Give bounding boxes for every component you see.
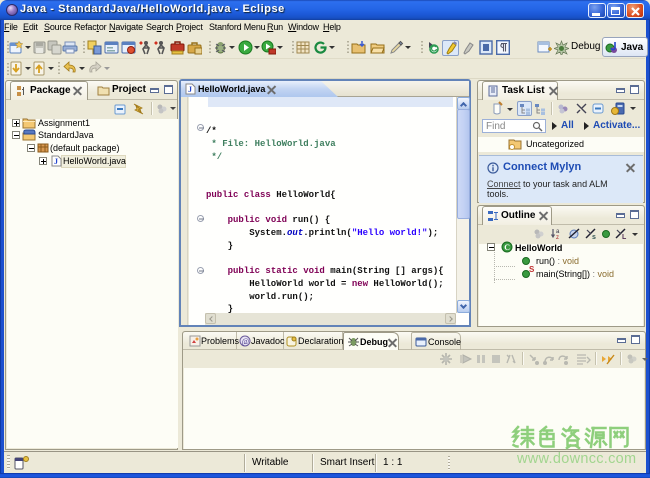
svg-text:J: J [54,157,58,166]
svg-text:J: J [188,85,192,94]
svg-text:C: C [504,243,510,252]
svg-text:@: @ [242,337,249,346]
svg-text:L: L [622,234,627,240]
svg-text:z: z [556,235,559,240]
svg-text:s: s [592,234,596,240]
